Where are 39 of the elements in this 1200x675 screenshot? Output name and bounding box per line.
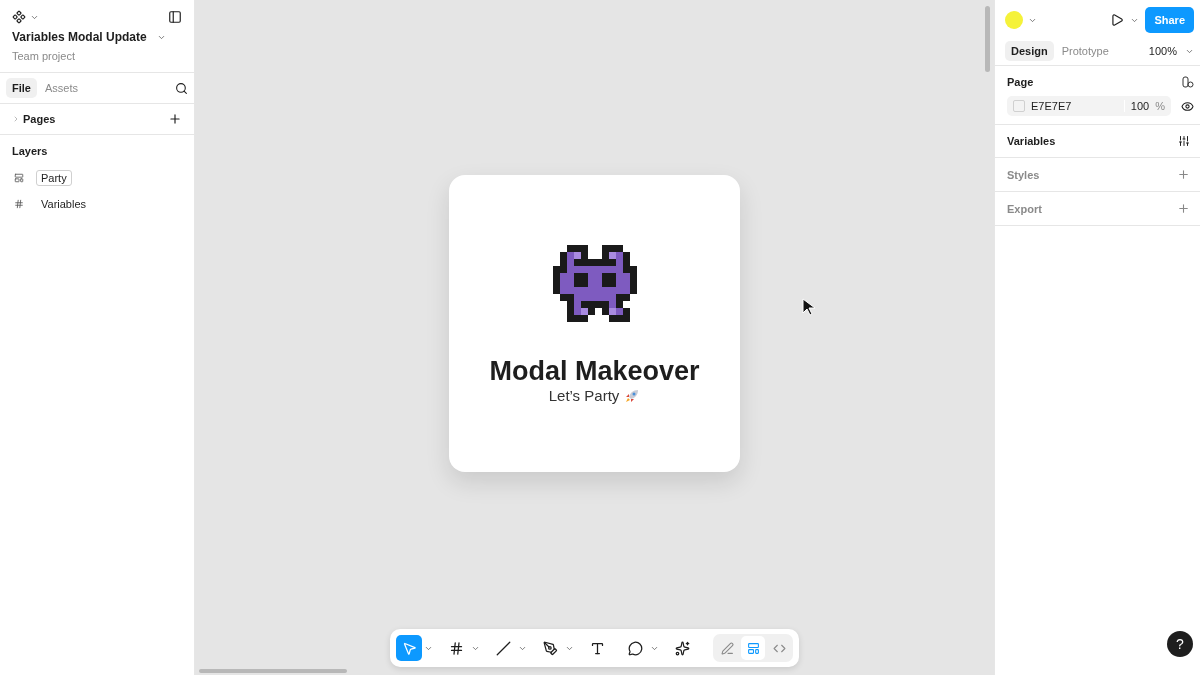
section-title: Page [1007, 76, 1034, 88]
section-title: Export [1007, 202, 1042, 215]
design-mode-icon[interactable] [741, 636, 765, 660]
search-icon[interactable] [175, 81, 188, 95]
panel-tab[interactable]: File [6, 78, 37, 98]
layers-label: Layers [12, 145, 49, 157]
file-title[interactable]: Variables Modal Update [12, 30, 147, 44]
sidebar-toggle-icon[interactable] [168, 10, 182, 24]
rocket-icon [624, 387, 641, 404]
section-title: Styles [1007, 168, 1040, 181]
pointer-icon[interactable] [396, 635, 422, 661]
pages-label[interactable]: Pages [23, 113, 56, 125]
styles-icon[interactable] [1182, 76, 1194, 88]
card-title: Modal Makeover [489, 356, 700, 387]
panel-tab[interactable]: Assets [38, 78, 84, 98]
expand-icon[interactable] [12, 115, 20, 123]
play-icon[interactable] [1110, 13, 1125, 27]
sliders-icon[interactable] [1178, 135, 1190, 147]
help-button[interactable]: ? [1167, 631, 1193, 657]
frame-icon [14, 199, 24, 209]
eye-icon[interactable] [1181, 99, 1194, 113]
layer-name[interactable]: Variables [36, 196, 92, 212]
panel-tab[interactable]: Prototype [1055, 41, 1115, 61]
color-swatch[interactable] [1013, 100, 1025, 112]
fill-field[interactable]: E7E7E7 100 % [1007, 96, 1171, 116]
panel-tab[interactable]: Design [1005, 41, 1054, 61]
scrollbar[interactable] [199, 669, 347, 673]
scrollbar[interactable] [985, 6, 990, 72]
add-icon[interactable] [168, 112, 182, 126]
section-title: Variables [1007, 135, 1056, 147]
add-icon[interactable] [1177, 202, 1190, 215]
logo-icon[interactable] [12, 10, 26, 24]
project-name: Team project [12, 50, 76, 62]
layer-name[interactable]: Party [36, 170, 72, 186]
cursor-icon [802, 298, 818, 316]
section-icon [14, 173, 24, 183]
zoom-level[interactable]: 100% [1148, 45, 1177, 57]
card-subtitle: Let’s Party [548, 387, 620, 404]
add-icon[interactable] [1177, 168, 1190, 181]
